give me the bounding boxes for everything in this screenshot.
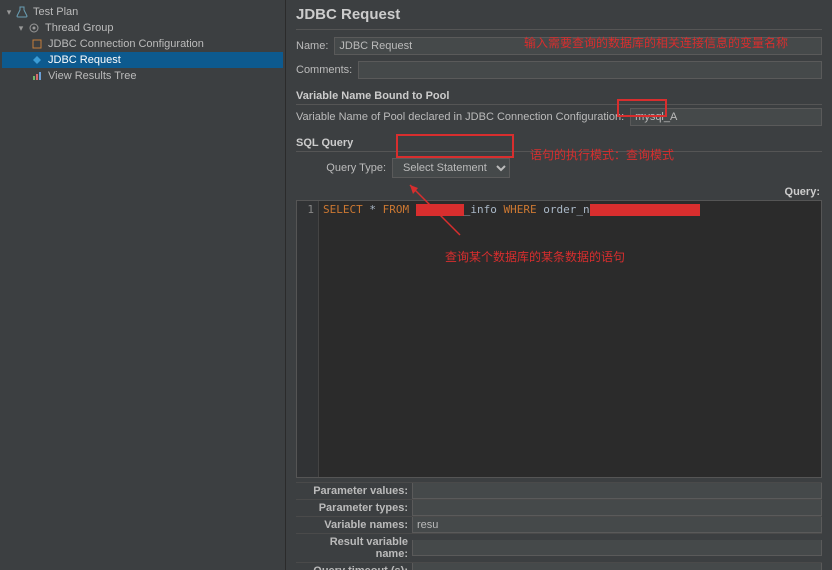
config-icon [30,37,44,51]
var-pool-label: Variable Name of Pool declared in JDBC C… [296,111,624,123]
query-header: Query: [296,186,822,200]
sql-code[interactable]: SELECT * FROM _info WHERE order_n [319,201,821,477]
tree-panel: ▾ Test Plan ▾ Thread Group JDBC Connecti… [0,0,286,570]
panel-title: JDBC Request [296,4,822,30]
query-timeout-label: Query timeout (s): [296,563,408,570]
main-panel: JDBC Request Name: Comments: Variable Na… [286,0,832,570]
tree-toggle-icon[interactable]: ▾ [4,7,14,17]
line-gutter: 1 [297,201,319,477]
name-label: Name: [296,40,328,52]
flask-icon [15,5,29,19]
var-pool-input[interactable] [630,108,822,126]
var-names-input[interactable] [412,517,822,533]
tree-label: JDBC Connection Configuration [48,38,204,50]
tree-label: View Results Tree [48,70,136,82]
gear-icon [27,21,41,35]
query-type-select[interactable]: Select Statement [392,158,510,178]
param-types-label: Parameter types: [296,500,408,516]
param-values-input[interactable] [412,483,822,499]
sampler-icon [30,53,44,67]
name-input[interactable] [334,37,822,55]
tree-label: JDBC Request [48,54,121,66]
tree-label: Test Plan [33,6,78,18]
query-type-label: Query Type: [296,162,386,174]
tree-toggle-icon[interactable]: ▾ [16,23,26,33]
param-types-input[interactable] [412,500,822,516]
comments-input[interactable] [358,61,822,79]
result-var-label: Result variable name: [296,534,408,562]
query-timeout-input[interactable] [412,563,822,570]
section-var-bound: Variable Name Bound to Pool [296,86,822,105]
param-values-label: Parameter values: [296,483,408,499]
tree-item-view-results[interactable]: View Results Tree [2,68,283,84]
sql-editor[interactable]: 1 SELECT * FROM _info WHERE order_n [296,200,822,478]
tree-item-jdbc-request[interactable]: JDBC Request [2,52,283,68]
tree-item-thread-group[interactable]: ▾ Thread Group [2,20,283,36]
comments-label: Comments: [296,64,352,76]
tree-item-jdbc-connection[interactable]: JDBC Connection Configuration [2,36,283,52]
var-names-label: Variable names: [296,517,408,533]
section-sql-query: SQL Query [296,133,822,152]
tree-item-test-plan[interactable]: ▾ Test Plan [2,4,283,20]
results-icon [30,69,44,83]
bottom-fields: Parameter values: Parameter types: Varia… [296,482,822,570]
result-var-input[interactable] [412,540,822,556]
tree-label: Thread Group [45,22,113,34]
